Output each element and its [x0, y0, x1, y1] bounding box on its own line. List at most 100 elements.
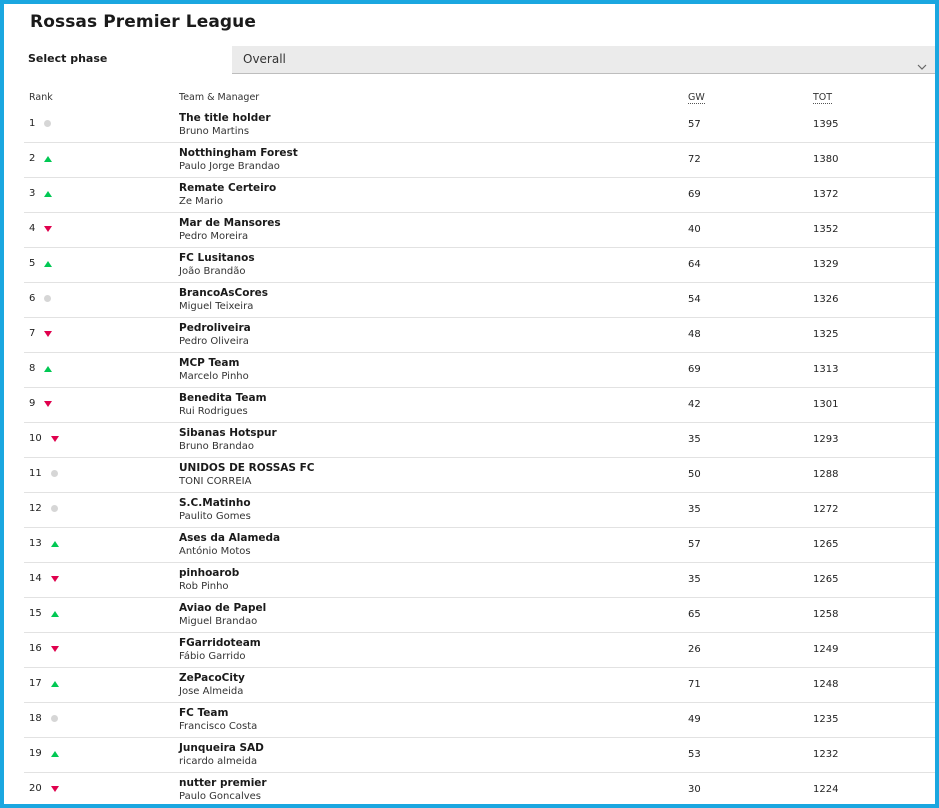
total-points: 1288 — [813, 469, 839, 480]
table-row: 4 Mar de Mansores Pedro Moreira 40 1352 — [24, 213, 935, 248]
manager-name: Fábio Garrido — [179, 651, 246, 662]
team-name-link[interactable]: Remate Certeiro — [179, 182, 276, 194]
manager-name: Miguel Brandao — [179, 616, 258, 627]
team-name-link[interactable]: FC Team — [179, 707, 228, 719]
gameweek-points: 26 — [688, 644, 701, 655]
team-name-link[interactable]: Mar de Mansores — [179, 217, 281, 229]
manager-name: Jose Almeida — [179, 686, 244, 697]
gameweek-points: 72 — [688, 154, 701, 165]
team-name-link[interactable]: S.C.Matinho — [179, 497, 251, 509]
team-name-link[interactable]: Sibanas Hotspur — [179, 427, 277, 439]
manager-name: João Brandão — [179, 266, 246, 277]
rank-down-arrow-icon — [44, 331, 52, 337]
gameweek-points: 40 — [688, 224, 701, 235]
manager-name: Paulo Jorge Brandao — [179, 161, 280, 172]
manager-name: Miguel Teixeira — [179, 301, 254, 312]
team-name-link[interactable]: ZePacoCity — [179, 672, 245, 684]
rank-up-arrow-icon — [44, 191, 52, 197]
league-title: Rossas Premier League — [30, 12, 256, 32]
total-points: 1372 — [813, 189, 839, 200]
team-name-link[interactable]: Aviao de Papel — [179, 602, 266, 614]
phase-dropdown-value: Overall — [243, 52, 286, 66]
rank-number: 11 — [29, 468, 42, 479]
manager-name: Bruno Martins — [179, 126, 250, 137]
manager-name: António Motos — [179, 546, 251, 557]
total-points: 1293 — [813, 434, 839, 445]
rank-unchanged-dot-icon — [51, 715, 58, 722]
total-points: 1395 — [813, 119, 839, 130]
total-points: 1329 — [813, 259, 839, 270]
column-header-gw[interactable]: GW — [688, 92, 705, 104]
table-row: 20 nutter premier Paulo Goncalves 30 1224 — [24, 773, 935, 804]
total-points: 1232 — [813, 749, 839, 760]
rank-number: 17 — [29, 678, 42, 689]
team-name-link[interactable]: FC Lusitanos — [179, 252, 255, 264]
rank-number: 13 — [29, 538, 42, 549]
rank-down-arrow-icon — [51, 786, 59, 792]
rank-number: 14 — [29, 573, 42, 584]
team-name-link[interactable]: BrancoAsCores — [179, 287, 268, 299]
rank-number: 3 — [29, 188, 36, 199]
rank-number: 18 — [29, 713, 42, 724]
total-points: 1235 — [813, 714, 839, 725]
total-points: 1380 — [813, 154, 839, 165]
gameweek-points: 71 — [688, 679, 701, 690]
rank-down-arrow-icon — [44, 401, 52, 407]
total-points: 1272 — [813, 504, 839, 515]
manager-name: Bruno Brandao — [179, 441, 254, 452]
total-points: 1265 — [813, 539, 839, 550]
gameweek-points: 42 — [688, 399, 701, 410]
phase-dropdown[interactable]: Overall — [232, 46, 935, 74]
table-row: 3 Remate Certeiro Ze Mario 69 1372 — [24, 178, 935, 213]
team-name-link[interactable]: Ases da Alameda — [179, 532, 280, 544]
rank-down-arrow-icon — [44, 226, 52, 232]
column-header-team-manager: Team & Manager — [179, 92, 260, 103]
standings-panel: Rossas Premier League Select phase Overa… — [0, 0, 939, 808]
team-name-link[interactable]: Junqueira SAD — [179, 742, 264, 754]
rank-up-arrow-icon — [44, 366, 52, 372]
rank-number: 16 — [29, 643, 42, 654]
rank-number: 8 — [29, 363, 36, 374]
gameweek-points: 30 — [688, 784, 701, 795]
team-name-link[interactable]: Benedita Team — [179, 392, 267, 404]
table-row: 9 Benedita Team Rui Rodrigues 42 1301 — [24, 388, 935, 423]
table-row: 17 ZePacoCity Jose Almeida 71 1248 — [24, 668, 935, 703]
rank-number: 1 — [29, 118, 36, 129]
manager-name: ricardo almeida — [179, 756, 258, 767]
gameweek-points: 49 — [688, 714, 701, 725]
team-name-link[interactable]: MCP Team — [179, 357, 239, 369]
gameweek-points: 64 — [688, 259, 701, 270]
rank-number: 12 — [29, 503, 42, 514]
gameweek-points: 35 — [688, 504, 701, 515]
rank-up-arrow-icon — [51, 611, 59, 617]
rank-unchanged-dot-icon — [44, 120, 51, 127]
table-row: 16 FGarridoteam Fábio Garrido 26 1249 — [24, 633, 935, 668]
gameweek-points: 50 — [688, 469, 701, 480]
manager-name: Paulito Gomes — [179, 511, 251, 522]
team-name-link[interactable]: nutter premier — [179, 777, 267, 789]
rank-number: 19 — [29, 748, 42, 759]
table-row: 12 S.C.Matinho Paulito Gomes 35 1272 — [24, 493, 935, 528]
team-name-link[interactable]: Pedroliveira — [179, 322, 251, 334]
rank-up-arrow-icon — [51, 541, 59, 547]
team-name-link[interactable]: FGarridoteam — [179, 637, 261, 649]
rank-number: 20 — [29, 783, 42, 794]
table-row: 13 Ases da Alameda António Motos 57 1265 — [24, 528, 935, 563]
total-points: 1248 — [813, 679, 839, 690]
team-name-link[interactable]: UNIDOS DE ROSSAS FC — [179, 462, 315, 474]
column-header-tot[interactable]: TOT — [813, 92, 833, 104]
table-row: 14 pinhoarob Rob Pinho 35 1265 — [24, 563, 935, 598]
gameweek-points: 35 — [688, 574, 701, 585]
manager-name: Marcelo Pinho — [179, 371, 249, 382]
team-name-link[interactable]: pinhoarob — [179, 567, 239, 579]
total-points: 1325 — [813, 329, 839, 340]
team-name-link[interactable]: The title holder — [179, 112, 271, 124]
rank-down-arrow-icon — [51, 646, 59, 652]
table-row: 7 Pedroliveira Pedro Oliveira 48 1325 — [24, 318, 935, 353]
rank-number: 15 — [29, 608, 42, 619]
rank-number: 2 — [29, 153, 36, 164]
manager-name: Paulo Goncalves — [179, 791, 262, 802]
total-points: 1258 — [813, 609, 839, 620]
team-name-link[interactable]: Notthingham Forest — [179, 147, 298, 159]
rank-unchanged-dot-icon — [51, 505, 58, 512]
